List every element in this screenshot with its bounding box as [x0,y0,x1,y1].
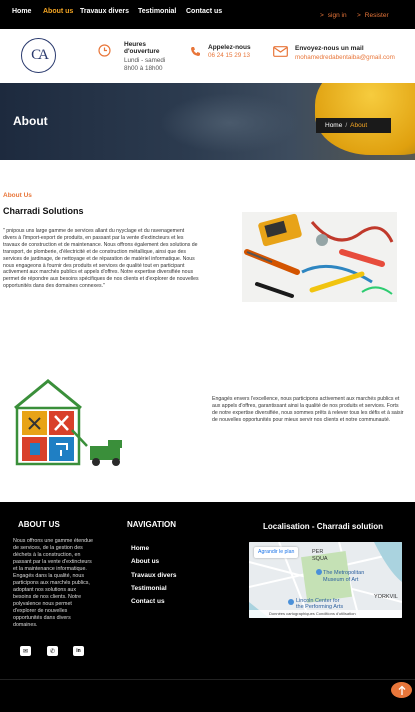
breadcrumb-separator: / [345,122,348,129]
chevron-right-icon: > [357,12,361,19]
page: Home About us Travaux divers Testimonial… [0,0,415,712]
home-services-illustration [14,379,122,466]
nav-contact-us[interactable]: Contact us [186,8,222,15]
envelope-icon[interactable]: ✉ [20,646,31,656]
footer-divider [0,679,415,680]
nav-about-us[interactable]: About us [43,8,73,15]
chevron-right-icon: > [320,12,324,19]
nav-home[interactable]: Home [12,8,31,15]
envelope-icon [273,46,288,57]
about-paragraph-2: Engagés envers l'excellence, nous partic… [212,396,404,423]
enlarge-map-button[interactable]: Agrandir le plan [254,547,299,558]
phone-icon[interactable]: ✆ [47,646,58,656]
sign-in-link[interactable]: > sign in [320,12,347,19]
phone-icon [191,47,200,56]
hours-title: Heures d'ouverture [124,41,160,55]
hero-background [160,93,300,153]
map-attribution: Données cartographiques Conditions d'uti… [249,610,402,618]
breadcrumb: Home / About [316,118,391,133]
about-paragraph-1: " pnipous uns large gamme de services al… [3,228,199,290]
map-label: SQUA [312,556,328,562]
phone-number[interactable]: 06 24 15 29 13 [208,52,250,59]
clock-icon [98,44,111,57]
email-title: Envoyez-nous un mail [295,45,364,52]
breadcrumb-current: About [350,122,368,129]
phone-title: Appelez-nous [208,44,251,51]
footer-map-title: Localisation - Charradi solution [263,522,384,531]
hours-days: Lundi - samedi [124,57,166,64]
footer-link-travaux-divers[interactable]: Travaux divers [131,572,177,579]
linkedin-icon[interactable]: in [73,646,84,656]
footer-link-home[interactable]: Home [131,545,149,552]
breadcrumb-home[interactable]: Home [325,122,342,129]
email-address[interactable]: mohamedredabentaiba@gmail.com [295,54,395,61]
footer-about-text: Nous offrons une gamme étendue de servic… [13,538,93,628]
register-link[interactable]: > Resister [357,12,389,19]
nav-testimonial[interactable]: Testimonial [138,8,176,15]
map-label: Museum of Art [323,577,359,583]
page-title: About [13,114,48,128]
back-to-top-button[interactable] [391,682,412,698]
electrician-tools-image [242,212,397,302]
footer-link-contact-us[interactable]: Contact us [131,598,165,605]
hours-time: 8h00 à 18h00 [124,65,163,72]
footer-link-testimonial[interactable]: Testimonial [131,585,167,592]
map-label: YORKVIL [374,594,398,600]
company-name: Charradi Solutions [3,206,84,216]
footer-link-about-us[interactable]: About us [131,558,159,565]
location-map[interactable]: Agrandir le plan PER SQUA The Metropolit… [249,542,402,618]
nav-travaux-divers[interactable]: Travaux divers [80,8,129,15]
top-navbar: Home About us Travaux divers Testimonial… [0,0,415,29]
map-label: The Metropolitan [323,570,365,576]
site-logo[interactable]: CA [21,38,56,73]
footer-about-title: ABOUT US [18,520,60,529]
footer-nav-title: NAVIGATION [127,520,177,529]
map-label: PER [312,549,324,555]
section-label: About Us [3,192,32,199]
arrow-up-icon [398,685,405,695]
